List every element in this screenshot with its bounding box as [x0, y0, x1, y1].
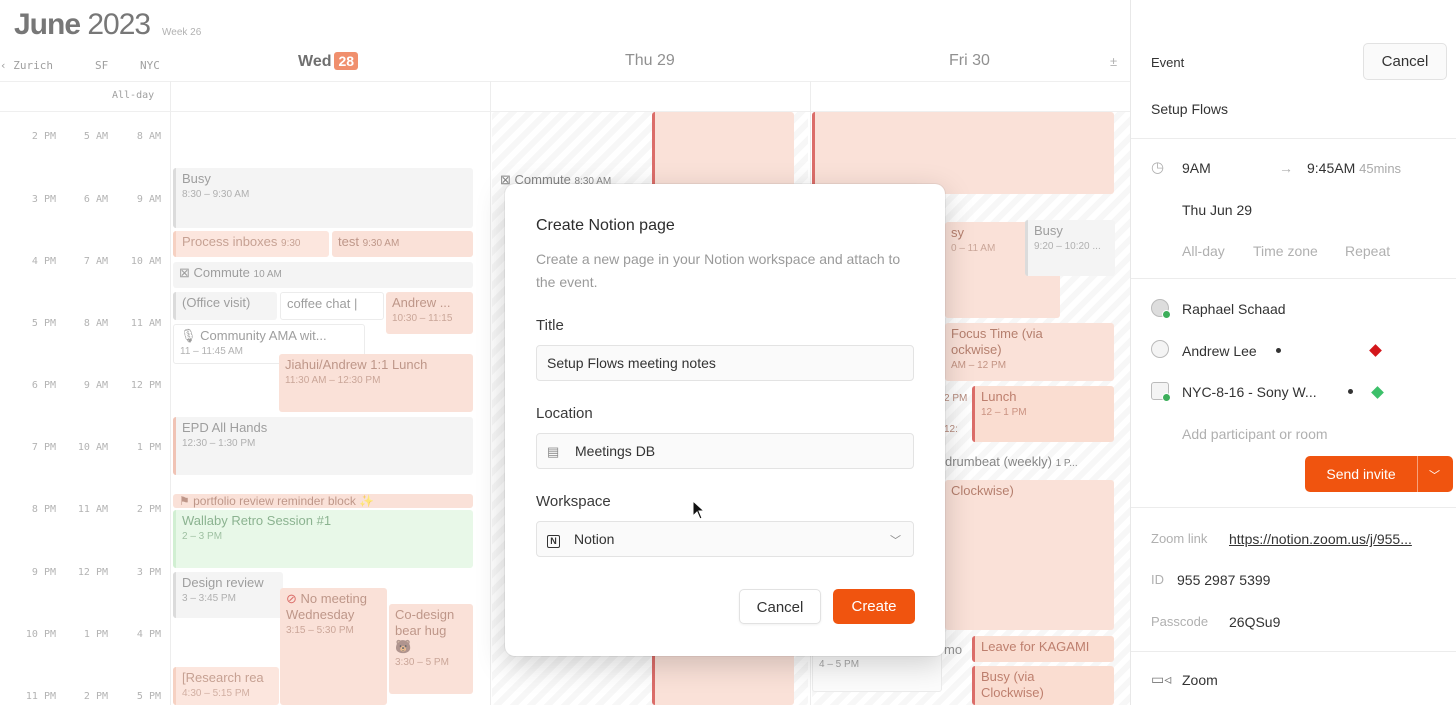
dialog-create-button[interactable]: Create — [833, 589, 915, 624]
status-dot — [1348, 389, 1353, 394]
allday-toggle[interactable]: All-day — [1182, 243, 1225, 259]
workspace-select-value: Notion — [574, 531, 615, 547]
panel-cancel-button[interactable]: Cancel — [1363, 43, 1447, 80]
participant-andrew[interactable]: Andrew Lee — [1182, 343, 1257, 359]
participant-room[interactable]: NYC-8-16 - Sony W... — [1182, 384, 1317, 400]
mouse-cursor-icon — [692, 500, 706, 520]
calendar-app: June 2023 Week 26 ‹ Zurich SF NYC All-da… — [0, 0, 1456, 705]
timezone-toggle[interactable]: Time zone — [1253, 243, 1318, 259]
passcode-label: Passcode — [1151, 614, 1209, 629]
zoom-link-label: Zoom link — [1151, 531, 1208, 546]
chevron-down-icon: ﹀ — [890, 535, 901, 547]
create-notion-page-dialog: Create Notion page Create a new page in … — [505, 184, 945, 656]
accepted-icon — [1162, 310, 1171, 319]
panel-heading: Event — [1151, 55, 1185, 70]
send-invite-label: Send invite — [1326, 466, 1396, 482]
separator — [1131, 651, 1456, 652]
participant-raphael[interactable]: Raphael Schaad — [1182, 301, 1286, 317]
meeting-id: 955 2987 5399 — [1177, 572, 1271, 588]
notion-logo-icon: N — [547, 535, 560, 548]
separator — [1131, 138, 1456, 139]
arrow-right-icon: → — [1279, 160, 1293, 176]
send-invite-button[interactable]: Send invite ﹀ — [1305, 456, 1453, 492]
separator — [1131, 278, 1456, 279]
event-details-panel: Event Cancel Setup Flows ◷ 9AM → 9:45AM … — [1130, 0, 1456, 705]
start-time[interactable]: 9AM — [1182, 160, 1211, 176]
repeat-toggle[interactable]: Repeat — [1345, 243, 1390, 259]
room-icon — [1151, 382, 1171, 402]
end-time[interactable]: 9:45AM 45mins — [1307, 160, 1401, 176]
add-participant-input[interactable]: Add participant or room — [1182, 426, 1328, 442]
avatar — [1151, 340, 1169, 358]
event-date[interactable]: Thu Jun 29 — [1182, 202, 1252, 218]
zoom-link[interactable]: https://notion.zoom.us/j/955... — [1229, 531, 1412, 547]
location-input[interactable]: ▤ Meetings DB — [536, 433, 914, 469]
dialog-description: Create a new page in your Notion workspa… — [536, 251, 901, 290]
clock-icon: ◷ — [1151, 159, 1165, 176]
database-icon: ▤ — [547, 444, 560, 459]
avatar — [1151, 299, 1171, 319]
title-input-value: Setup Flows meeting notes — [547, 355, 716, 371]
dialog-cancel-button[interactable]: Cancel — [739, 589, 821, 624]
diamond-red-icon — [1369, 344, 1382, 357]
title-label: Title — [536, 317, 564, 334]
chevron-down-icon[interactable]: ﹀ — [1429, 467, 1440, 483]
video-camera-icon: ▭◃ — [1151, 671, 1172, 687]
workspace-label: Workspace — [536, 493, 611, 510]
separator — [1131, 507, 1456, 508]
event-name[interactable]: Setup Flows — [1151, 101, 1228, 117]
location-label: Location — [536, 405, 593, 422]
status-dot — [1276, 348, 1281, 353]
meeting-id-label: ID — [1151, 572, 1164, 587]
passcode: 26QSu9 — [1229, 614, 1281, 630]
diamond-green-icon — [1371, 386, 1384, 399]
end-time-value: 9:45AM — [1307, 160, 1356, 176]
accepted-icon — [1162, 393, 1171, 402]
location-input-value: Meetings DB — [575, 443, 656, 459]
button-divider — [1417, 456, 1418, 492]
duration: 45mins — [1359, 161, 1402, 176]
workspace-select[interactable]: N Notion ﹀ — [536, 521, 914, 557]
title-input[interactable]: Setup Flows meeting notes — [536, 345, 914, 381]
conferencing-provider[interactable]: Zoom — [1182, 672, 1218, 688]
dialog-title: Create Notion page — [536, 217, 675, 234]
